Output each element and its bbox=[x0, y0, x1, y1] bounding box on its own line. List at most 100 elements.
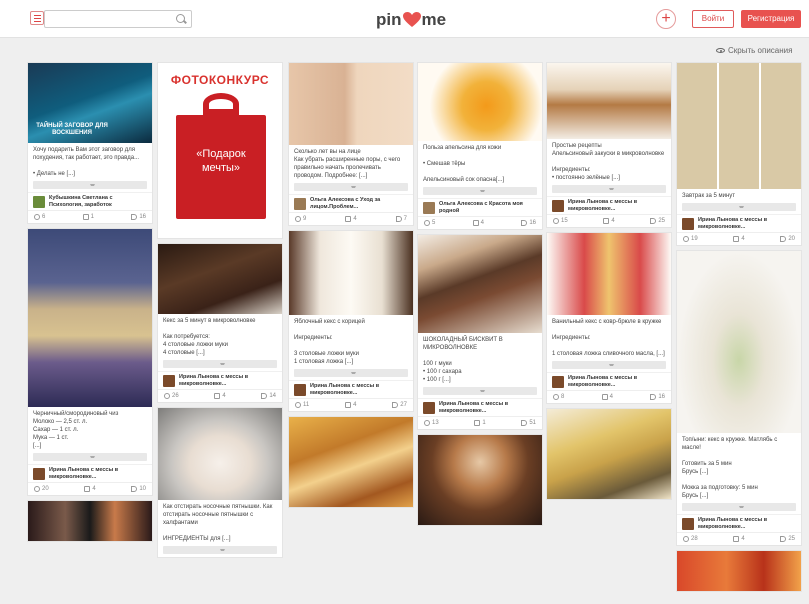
like-stat[interactable]: 9 bbox=[295, 216, 306, 222]
pin-author[interactable]: Ольга Алексова с Уход за лицом.Проблем..… bbox=[289, 194, 413, 212]
pin-author[interactable]: Кубышкина Светлана с Психология, заработ… bbox=[28, 192, 152, 210]
expand-description-button[interactable] bbox=[163, 546, 277, 554]
avatar[interactable] bbox=[682, 217, 694, 230]
expand-description-button[interactable] bbox=[33, 181, 147, 189]
pin-card[interactable]: Как отстирать носочные пятнышки. Как отс… bbox=[157, 407, 283, 558]
pin-author[interactable]: Ирина Лынова с мессы в микроволновке... bbox=[158, 371, 282, 389]
comment-stat[interactable]: 4 bbox=[345, 216, 357, 222]
pin-image[interactable] bbox=[28, 501, 152, 541]
expand-description-button[interactable] bbox=[423, 187, 537, 195]
pin-author[interactable]: Ольга Алексова с Красота моя родной bbox=[418, 198, 542, 216]
expand-description-button[interactable] bbox=[682, 203, 796, 211]
pin-image[interactable] bbox=[28, 229, 152, 407]
avatar[interactable] bbox=[423, 201, 435, 214]
pin-card[interactable] bbox=[676, 550, 802, 592]
register-button[interactable]: Регистрация bbox=[741, 10, 801, 28]
pin-card[interactable]: ТАЙНЫЙ ЗАГОВОР ДЛЯ ВОСКШЕНИЯ Хочу подарит… bbox=[27, 62, 153, 224]
comment-stat[interactable]: 4 bbox=[84, 486, 96, 492]
pin-card[interactable]: Яблочный кекс с корицей Ингредиенты: 3 с… bbox=[288, 230, 414, 412]
pin-card[interactable]: ШОКОЛАДНЫЙ БИСКВИТ В МИКРОВОЛНОВКЕ 100 г… bbox=[417, 234, 543, 430]
author-name[interactable]: Ирина Лынова с мессы в микроволновке... bbox=[698, 517, 796, 530]
author-name[interactable]: Ольга Алексова с Красота моя родной bbox=[439, 201, 537, 214]
avatar[interactable] bbox=[682, 517, 694, 530]
comment-stat[interactable]: 4 bbox=[345, 402, 356, 408]
repin-stat[interactable]: 25 bbox=[780, 536, 795, 542]
pin-image[interactable] bbox=[418, 63, 542, 141]
avatar[interactable] bbox=[423, 401, 435, 414]
pin-card[interactable]: ФОТОКОНКУРС «Подарок мечты» bbox=[157, 62, 283, 239]
pin-image[interactable] bbox=[547, 233, 671, 315]
pin-card[interactable]: Ванильный кекс с ковр-брюле в кружке Инг… bbox=[546, 232, 672, 404]
author-name[interactable]: Ирина Лынова с мессы в микроволновке... bbox=[310, 383, 408, 396]
logo[interactable]: pin me bbox=[376, 9, 446, 31]
pin-card[interactable]: Черничный/смородиновый чиз Молоко — 2,5 … bbox=[27, 228, 153, 496]
login-button[interactable]: Войти bbox=[692, 10, 734, 28]
pin-author[interactable]: Ирина Лынова с мессы в микроволновке... bbox=[418, 398, 542, 416]
repin-stat[interactable]: 51 bbox=[521, 420, 536, 426]
like-stat[interactable]: 28 bbox=[683, 536, 698, 542]
like-stat[interactable]: 26 bbox=[164, 393, 179, 399]
pin-card[interactable]: Сколько лет вы на лице Как убрать расшир… bbox=[288, 62, 414, 226]
author-name[interactable]: Ирина Лынова с мессы в микроволновке... bbox=[698, 217, 796, 230]
pin-author[interactable]: Ирина Лынова с мессы в микроволновке... bbox=[677, 214, 801, 232]
pin-image[interactable] bbox=[677, 63, 801, 189]
pin-image[interactable] bbox=[677, 551, 801, 591]
pin-card[interactable]: Простые рецепты Апельсиновый закуски в м… bbox=[546, 62, 672, 228]
author-name[interactable]: Ирина Лынова с мессы в микроволновке... bbox=[439, 401, 537, 414]
comment-stat[interactable]: 4 bbox=[601, 394, 613, 400]
like-stat[interactable]: 13 bbox=[424, 420, 439, 426]
repin-stat[interactable]: 14 bbox=[261, 393, 276, 399]
pin-author[interactable]: Ирина Лынова с мессы в микроволновке... bbox=[289, 380, 413, 398]
like-stat[interactable]: 15 bbox=[553, 218, 568, 224]
like-stat[interactable]: 6 bbox=[34, 214, 45, 220]
comment-stat[interactable]: 4 bbox=[733, 236, 745, 242]
pin-image[interactable] bbox=[289, 63, 413, 145]
pin-card[interactable] bbox=[417, 434, 543, 526]
like-stat[interactable]: 19 bbox=[683, 236, 698, 242]
pin-card[interactable]: Топ/ыни: кекс в кружке. Матлябь с масле!… bbox=[676, 250, 802, 546]
pin-image[interactable] bbox=[547, 63, 671, 139]
repin-stat[interactable]: 7 bbox=[395, 216, 407, 222]
avatar[interactable] bbox=[33, 467, 45, 480]
pin-card[interactable] bbox=[27, 500, 153, 542]
expand-description-button[interactable] bbox=[423, 387, 537, 395]
repin-stat[interactable]: 25 bbox=[650, 218, 665, 224]
like-stat[interactable]: 20 bbox=[34, 486, 49, 492]
repin-stat[interactable]: 27 bbox=[392, 402, 407, 408]
like-stat[interactable]: 8 bbox=[553, 394, 564, 400]
pin-image[interactable] bbox=[677, 251, 801, 433]
author-name[interactable]: Ольга Алексова с Уход за лицом.Проблем..… bbox=[310, 197, 408, 210]
pin-image[interactable] bbox=[289, 231, 413, 315]
comment-stat[interactable]: 1 bbox=[82, 214, 94, 220]
pin-author[interactable]: Ирина Лынова с мессы в микроволновке... bbox=[547, 196, 671, 214]
menu-icon[interactable] bbox=[30, 11, 44, 25]
author-name[interactable]: Ирина Лынова с мессы в микроволновке... bbox=[568, 375, 666, 388]
search-icon[interactable] bbox=[176, 14, 185, 23]
pin-card[interactable]: Кекс за 5 минут в микроволновке Как потр… bbox=[157, 243, 283, 403]
comment-stat[interactable]: 4 bbox=[214, 393, 226, 399]
repin-stat[interactable]: 16 bbox=[131, 214, 146, 220]
pin-image[interactable] bbox=[418, 235, 542, 333]
pin-card[interactable]: Завтрак за 5 минут Ирина Лынова с мессы в… bbox=[676, 62, 802, 246]
avatar[interactable] bbox=[163, 374, 175, 387]
pin-card[interactable] bbox=[288, 416, 414, 508]
repin-stat[interactable]: 20 bbox=[780, 236, 795, 242]
pin-card[interactable]: Польза апельсина для кожи • Смешав тёры … bbox=[417, 62, 543, 230]
expand-description-button[interactable] bbox=[33, 453, 147, 461]
author-name[interactable]: Кубышкина Светлана с Психология, заработ… bbox=[49, 195, 147, 208]
search-input[interactable] bbox=[44, 10, 192, 28]
expand-description-button[interactable] bbox=[682, 503, 796, 511]
comment-stat[interactable]: 1 bbox=[474, 420, 486, 426]
comment-stat[interactable]: 4 bbox=[603, 218, 615, 224]
pin-image[interactable]: ФОТОКОНКУРС «Подарок мечты» bbox=[158, 63, 282, 238]
repin-stat[interactable]: 16 bbox=[650, 394, 665, 400]
comment-stat[interactable]: 4 bbox=[472, 220, 484, 226]
comment-stat[interactable]: 4 bbox=[733, 536, 745, 542]
author-name[interactable]: Ирина Лынова с мессы в микроволновке... bbox=[568, 199, 666, 212]
expand-description-button[interactable] bbox=[552, 185, 666, 193]
repin-stat[interactable]: 16 bbox=[521, 220, 536, 226]
pin-author[interactable]: Ирина Лынова с мессы в микроволновке... bbox=[28, 464, 152, 482]
add-pin-button[interactable]: + bbox=[656, 9, 676, 29]
hide-descriptions-toggle[interactable]: Скрыть описания bbox=[716, 46, 792, 55]
pin-card[interactable] bbox=[546, 408, 672, 500]
